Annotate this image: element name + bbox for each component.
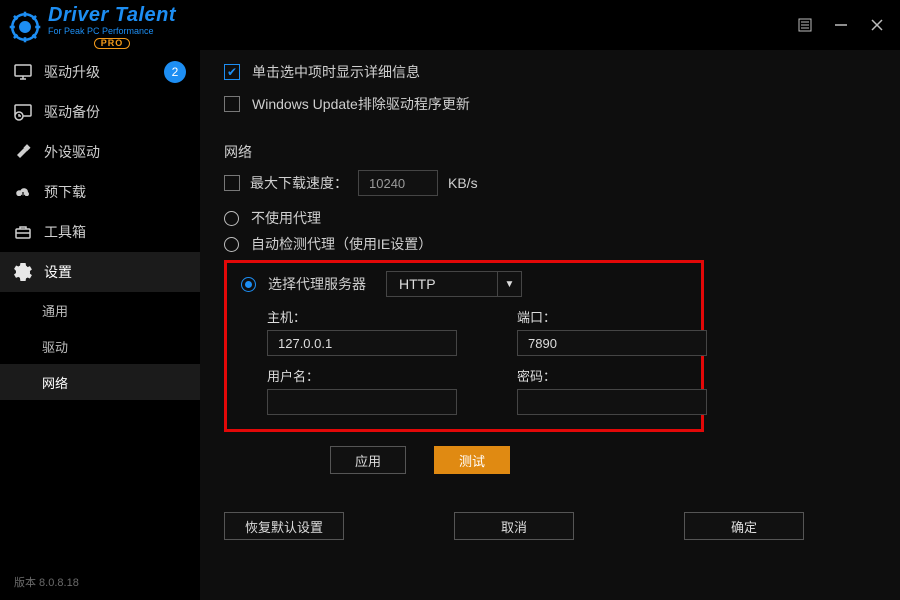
monitor-icon — [14, 63, 32, 81]
max-speed-input[interactable] — [358, 170, 438, 196]
window-controls — [796, 16, 890, 34]
checkbox-max-speed[interactable] — [224, 175, 240, 191]
button-label: 恢复默认设置 — [245, 517, 323, 536]
radio-choose-proxy[interactable] — [241, 277, 256, 292]
sidebar-item-settings[interactable]: 设置 — [0, 252, 200, 292]
apply-test-bar: 应用 测试 — [330, 446, 876, 474]
gear-logo-icon — [8, 10, 42, 44]
host-label: 主机： — [267, 307, 457, 326]
sidebar-sub-driver[interactable]: 驱动 — [0, 328, 200, 364]
radio-row-auto-proxy: 自动检测代理（使用IE设置） — [224, 234, 876, 254]
sidebar-item-peripheral[interactable]: 外设驱动 — [0, 132, 200, 172]
button-label: 确定 — [731, 517, 757, 536]
col-port: 端口： — [517, 307, 707, 356]
col-pwd: 密码： — [517, 366, 707, 415]
pwd-input[interactable] — [517, 389, 707, 415]
logo-subtitle: For Peak PC Performance — [48, 27, 176, 36]
minimize-icon[interactable] — [832, 16, 850, 34]
sidebar-sub-label: 通用 — [42, 301, 68, 320]
sidebar-item-label: 外设驱动 — [44, 142, 100, 162]
sidebar-item-upgrade[interactable]: 驱动升级 2 — [0, 52, 200, 92]
option-label: 单击选中项时显示详细信息 — [252, 62, 420, 82]
clock-monitor-icon — [14, 103, 32, 121]
radio-label: 不使用代理 — [251, 208, 321, 228]
button-label: 测试 — [459, 451, 485, 470]
logo-text: Driver Talent For Peak PC Performance PR… — [48, 5, 176, 49]
bottom-button-bar: 恢复默认设置 取消 确定 — [224, 512, 876, 540]
gear-icon — [14, 263, 32, 281]
version-label: 版本 8.0.8.18 — [0, 564, 200, 600]
sidebar-item-predownload[interactable]: 预下载 — [0, 172, 200, 212]
button-label: 应用 — [355, 451, 381, 470]
sidebar-sub-label: 驱动 — [42, 337, 68, 356]
sidebar-sub-general[interactable]: 通用 — [0, 292, 200, 328]
pro-badge: PRO — [94, 38, 131, 49]
sidebar: 驱动升级 2 驱动备份 外设驱动 预下载 — [0, 50, 200, 600]
option-label: Windows Update排除驱动程序更新 — [252, 94, 470, 114]
test-button[interactable]: 测试 — [434, 446, 510, 474]
logo-title: Driver Talent — [48, 5, 176, 25]
sidebar-item-label: 预下载 — [44, 182, 86, 202]
user-input[interactable] — [267, 389, 457, 415]
button-label: 取消 — [501, 517, 527, 536]
proxy-highlight-box: 选择代理服务器 HTTP ▼ 主机： 端口： — [224, 260, 704, 432]
section-title-network: 网络 — [224, 142, 876, 162]
body: 驱动升级 2 驱动备份 外设驱动 预下载 — [0, 50, 900, 600]
port-label: 端口： — [517, 307, 707, 326]
port-input[interactable] — [517, 330, 707, 356]
select-value: HTTP — [387, 276, 497, 292]
radio-no-proxy[interactable] — [224, 211, 239, 226]
host-input[interactable] — [267, 330, 457, 356]
toolbox-icon — [14, 223, 32, 241]
user-label: 用户名： — [267, 366, 457, 385]
sidebar-sub-network[interactable]: 网络 — [0, 364, 200, 400]
option-row-wu: Windows Update排除驱动程序更新 — [224, 94, 876, 114]
proxy-row-hostport: 主机： 端口： — [241, 307, 687, 356]
max-speed-unit: KB/s — [448, 175, 478, 191]
sidebar-item-label: 工具箱 — [44, 222, 86, 242]
radio-row-no-proxy: 不使用代理 — [224, 208, 876, 228]
sidebar-item-backup[interactable]: 驱动备份 — [0, 92, 200, 132]
chevron-down-icon: ▼ — [497, 272, 521, 296]
sidebar-item-label: 驱动备份 — [44, 102, 100, 122]
titlebar: Driver Talent For Peak PC Performance PR… — [0, 0, 900, 50]
col-user: 用户名： — [267, 366, 457, 415]
main-panel: 单击选中项时显示详细信息 Windows Update排除驱动程序更新 网络 最… — [200, 50, 900, 600]
apply-button[interactable]: 应用 — [330, 446, 406, 474]
cloud-download-icon — [14, 183, 32, 201]
ok-button[interactable]: 确定 — [684, 512, 804, 540]
badge-count: 2 — [164, 61, 186, 83]
option-row-detail: 单击选中项时显示详细信息 — [224, 62, 876, 82]
app-window: Driver Talent For Peak PC Performance PR… — [0, 0, 900, 600]
menu-icon[interactable] — [796, 16, 814, 34]
col-host: 主机： — [267, 307, 457, 356]
checkbox-show-detail[interactable] — [224, 64, 240, 80]
proxy-protocol-select[interactable]: HTTP ▼ — [386, 271, 522, 297]
max-speed-label: 最大下载速度： — [250, 173, 348, 193]
usb-icon — [14, 143, 32, 161]
sidebar-sub-label: 网络 — [42, 373, 68, 392]
sidebar-item-label: 设置 — [44, 262, 72, 282]
proxy-row-userpwd: 用户名： 密码： — [241, 366, 687, 415]
radio-row-choose-proxy: 选择代理服务器 HTTP ▼ — [241, 271, 687, 297]
pwd-label: 密码： — [517, 366, 707, 385]
sidebar-item-toolbox[interactable]: 工具箱 — [0, 212, 200, 252]
sidebar-item-label: 驱动升级 — [44, 62, 100, 82]
radio-label: 选择代理服务器 — [268, 274, 366, 294]
logo-block: Driver Talent For Peak PC Performance PR… — [8, 1, 176, 49]
close-icon[interactable] — [868, 16, 886, 34]
restore-defaults-button[interactable]: 恢复默认设置 — [224, 512, 344, 540]
cancel-button[interactable]: 取消 — [454, 512, 574, 540]
row-max-speed: 最大下载速度： KB/s — [224, 170, 876, 196]
radio-label: 自动检测代理（使用IE设置） — [251, 234, 432, 254]
radio-auto-proxy[interactable] — [224, 237, 239, 252]
checkbox-wu-exclude[interactable] — [224, 96, 240, 112]
